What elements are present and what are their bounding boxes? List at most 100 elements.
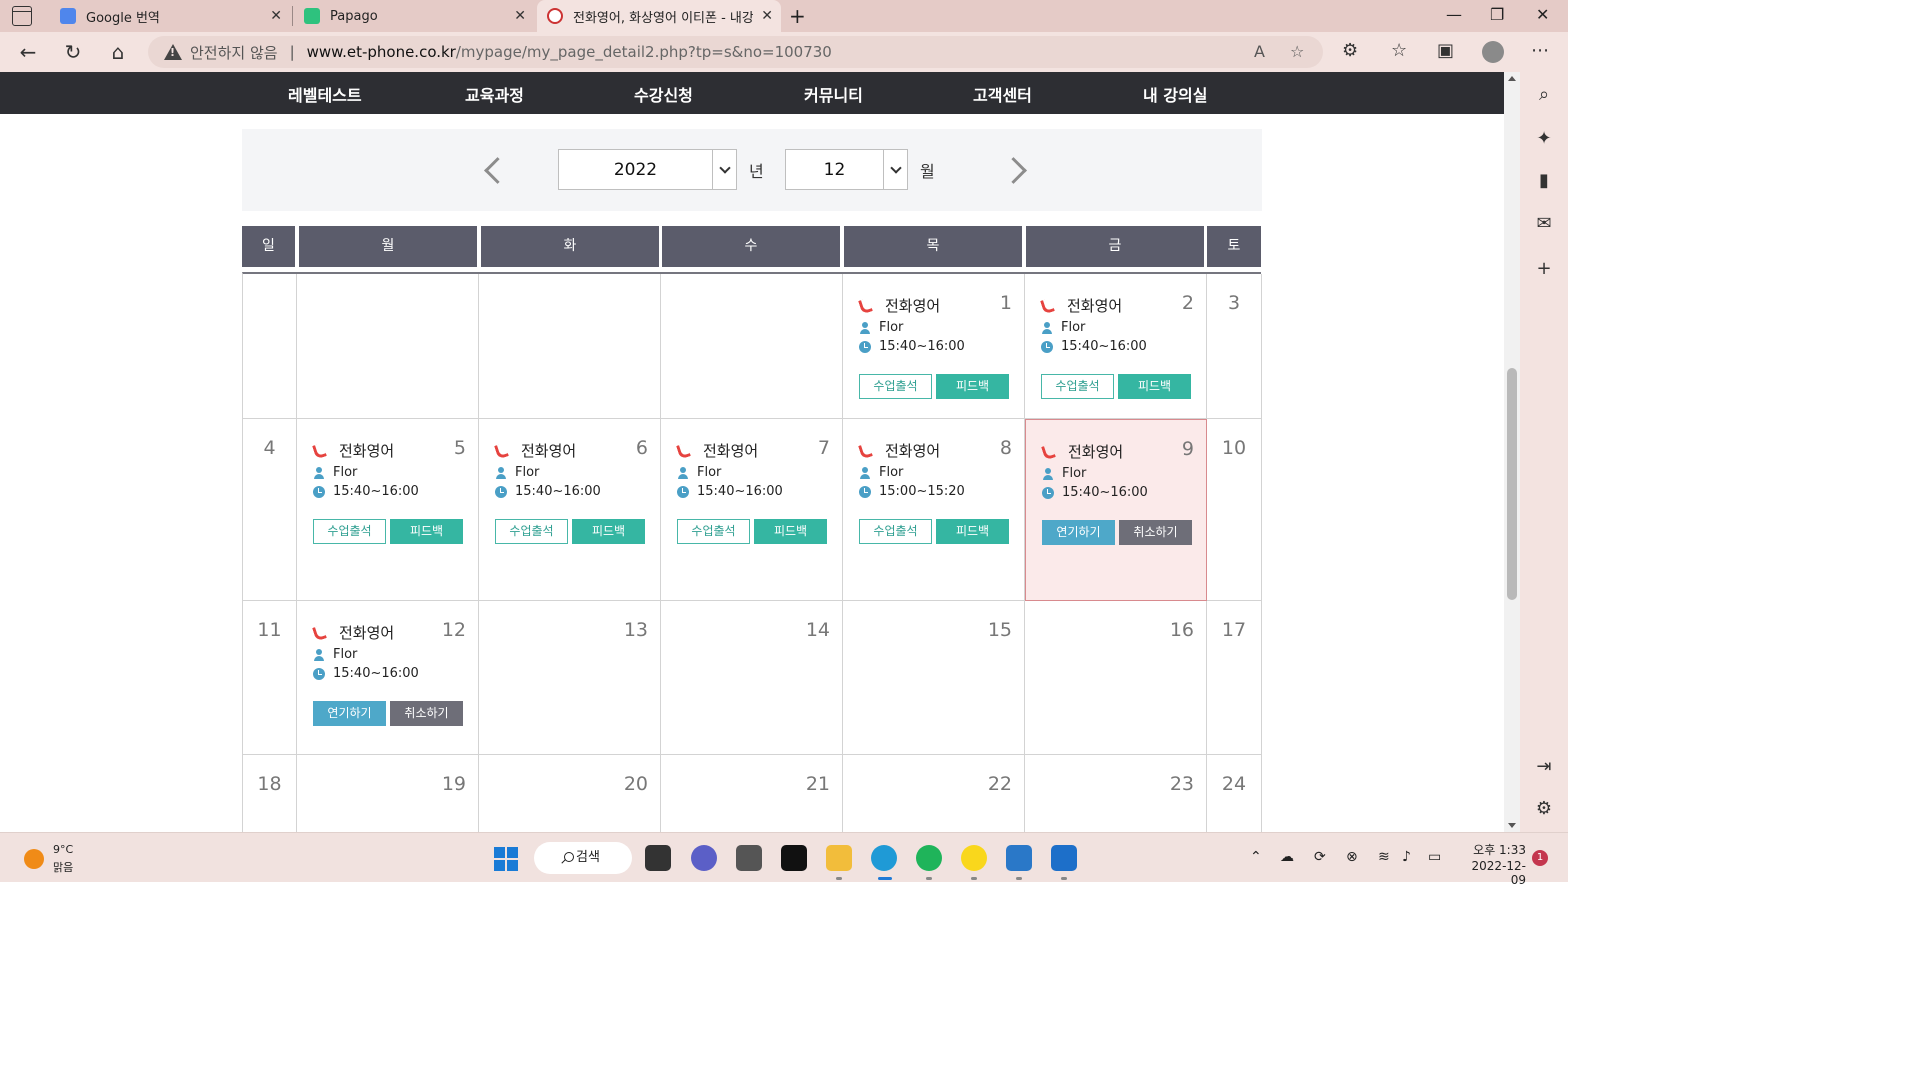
chevron-up-icon[interactable]: ⌃ bbox=[1250, 849, 1262, 865]
clock-date[interactable]: 2022-12-09 bbox=[1458, 859, 1526, 887]
cloud-icon[interactable]: ☁ bbox=[1280, 849, 1294, 865]
edge-icon[interactable] bbox=[871, 845, 897, 871]
office-icon[interactable]: ▮ bbox=[1534, 170, 1554, 191]
chevron-down-icon bbox=[883, 150, 907, 189]
nav-courses[interactable]: 교육과정 bbox=[465, 82, 524, 106]
more-menu-icon[interactable]: ⋯ bbox=[1531, 40, 1549, 61]
refresh-icon[interactable]: ↻ bbox=[61, 40, 85, 64]
nav-enroll[interactable]: 수강신청 bbox=[634, 82, 693, 106]
add-favorite-icon[interactable]: ☆ bbox=[1290, 42, 1304, 61]
url-field[interactable]: 안전하지 않음 | www.et-phone.co.kr/mypage/my_p… bbox=[148, 36, 1323, 68]
tab-actions-icon[interactable] bbox=[12, 6, 32, 26]
battery-icon[interactable]: ▭ bbox=[1428, 849, 1441, 865]
month-selector: 2022 년 12 월 bbox=[242, 129, 1262, 211]
google-translate-icon bbox=[60, 8, 76, 24]
profile-avatar[interactable] bbox=[1482, 41, 1504, 63]
attend-button[interactable]: 수업출석 bbox=[313, 519, 386, 544]
feedback-button[interactable]: 피드백 bbox=[936, 374, 1009, 399]
maximize-icon[interactable]: ❐ bbox=[1490, 5, 1504, 24]
close-tab-icon[interactable]: ✕ bbox=[270, 8, 282, 24]
day-number: 16 bbox=[1169, 619, 1194, 641]
tab-etphone[interactable]: 전화영어, 화상영어 이티폰 - 내강 ✕ bbox=[537, 0, 781, 32]
postpone-button[interactable]: 연기하기 bbox=[1042, 520, 1115, 545]
sync-icon[interactable]: ⟳ bbox=[1314, 849, 1326, 865]
day-cell-empty bbox=[661, 274, 843, 419]
scroll-down-icon[interactable] bbox=[1508, 823, 1516, 828]
attend-button[interactable]: 수업출석 bbox=[859, 374, 932, 399]
next-month-icon[interactable] bbox=[1006, 155, 1026, 183]
postpone-button[interactable]: 연기하기 bbox=[313, 701, 386, 726]
sun-icon[interactable] bbox=[24, 849, 44, 869]
nav-community[interactable]: 커뮤니티 bbox=[804, 82, 863, 106]
clock-time[interactable]: 오후 1:33 bbox=[1472, 841, 1526, 858]
new-tab-icon[interactable]: + bbox=[789, 4, 806, 28]
prev-month-icon[interactable] bbox=[482, 155, 502, 183]
notification-badge[interactable]: 1 bbox=[1532, 850, 1548, 866]
close-circle-icon[interactable]: ⊗ bbox=[1346, 849, 1358, 865]
papago-icon bbox=[304, 8, 320, 24]
windows-start-icon[interactable] bbox=[494, 847, 518, 871]
feedback-button[interactable]: 피드백 bbox=[936, 519, 1009, 544]
minimize-icon[interactable]: — bbox=[1446, 5, 1462, 24]
person-icon bbox=[859, 466, 871, 479]
nav-level-test[interactable]: 레벨테스트 bbox=[288, 82, 362, 106]
day-cell-13: 13 bbox=[479, 601, 661, 755]
security-label[interactable]: 안전하지 않음 bbox=[190, 42, 278, 63]
file-explorer-icon[interactable] bbox=[826, 845, 852, 871]
wifi-icon[interactable]: ≋ bbox=[1378, 849, 1390, 865]
search-icon[interactable]: ⌕ bbox=[1534, 84, 1554, 105]
lesson-time: 15:40~16:00 bbox=[515, 484, 601, 499]
nav-my-classroom[interactable]: 내 강의실 bbox=[1143, 82, 1207, 106]
month-select[interactable]: 12 bbox=[785, 149, 908, 190]
nav-support[interactable]: 고객센터 bbox=[973, 82, 1032, 106]
volume-icon[interactable]: ♪ bbox=[1402, 849, 1411, 865]
attend-button[interactable]: 수업출석 bbox=[859, 519, 932, 544]
feedback-button[interactable]: 피드백 bbox=[1118, 374, 1191, 399]
cancel-button[interactable]: 취소하기 bbox=[390, 701, 463, 726]
extensions-icon[interactable]: ⚙ bbox=[1342, 40, 1358, 61]
favorites-icon[interactable]: ☆ bbox=[1391, 40, 1407, 61]
sidebar-toggle-icon[interactable]: ⇥ bbox=[1534, 756, 1554, 777]
settings-icon[interactable]: ⚙ bbox=[1534, 798, 1554, 819]
month-value: 12 bbox=[823, 160, 846, 180]
netflix-icon[interactable] bbox=[781, 845, 807, 871]
attend-button[interactable]: 수업출석 bbox=[1041, 374, 1114, 399]
close-window-icon[interactable]: ✕ bbox=[1536, 5, 1549, 24]
camera-icon[interactable] bbox=[736, 845, 762, 871]
page-scrollbar[interactable] bbox=[1504, 72, 1520, 832]
lesson-card: 전화영어 Flor 15:40~16:00 bbox=[313, 621, 463, 681]
photos-icon[interactable] bbox=[1051, 845, 1077, 871]
close-tab-icon[interactable]: ✕ bbox=[761, 8, 773, 24]
feedback-button[interactable]: 피드백 bbox=[754, 519, 827, 544]
home-icon[interactable]: ⌂ bbox=[106, 40, 130, 64]
close-tab-icon[interactable]: ✕ bbox=[514, 8, 526, 24]
search-icon bbox=[564, 852, 574, 862]
task-view-icon[interactable] bbox=[645, 845, 671, 871]
read-aloud-icon[interactable]: A bbox=[1254, 42, 1265, 61]
day-number: 15 bbox=[987, 619, 1012, 641]
feedback-button[interactable]: 피드백 bbox=[572, 519, 645, 544]
scrollbar-thumb[interactable] bbox=[1507, 368, 1517, 600]
sparkle-icon[interactable]: ✦ bbox=[1534, 128, 1554, 149]
green-app-icon[interactable] bbox=[916, 845, 942, 871]
cancel-button[interactable]: 취소하기 bbox=[1119, 520, 1192, 545]
add-icon[interactable]: + bbox=[1534, 258, 1554, 279]
attend-button[interactable]: 수업출석 bbox=[677, 519, 750, 544]
day-cell-7: 7 전화영어 Flor 15:40~16:00 수업출석 피드백 bbox=[661, 419, 843, 601]
chat-icon[interactable] bbox=[691, 845, 717, 871]
attend-button[interactable]: 수업출석 bbox=[495, 519, 568, 544]
feedback-button[interactable]: 피드백 bbox=[390, 519, 463, 544]
tab-title: Google 번역 bbox=[86, 10, 160, 26]
tab-papago[interactable]: Papago ✕ bbox=[294, 0, 534, 32]
lesson-card: 전화영어 Flor 15:40~16:00 bbox=[859, 294, 1009, 354]
tab-google-translate[interactable]: Google 번역 ✕ bbox=[50, 0, 290, 32]
kakaotalk-icon[interactable] bbox=[961, 845, 987, 871]
collections-icon[interactable]: ▣ bbox=[1437, 40, 1454, 61]
blue-app-icon[interactable] bbox=[1006, 845, 1032, 871]
year-select[interactable]: 2022 bbox=[558, 149, 737, 190]
back-icon[interactable]: ← bbox=[16, 40, 40, 64]
lesson-subject: 전화영어 bbox=[703, 441, 759, 460]
taskbar-search[interactable]: 검색 bbox=[534, 842, 632, 874]
outlook-icon[interactable]: ✉ bbox=[1534, 213, 1554, 234]
scroll-up-icon[interactable] bbox=[1508, 76, 1516, 81]
